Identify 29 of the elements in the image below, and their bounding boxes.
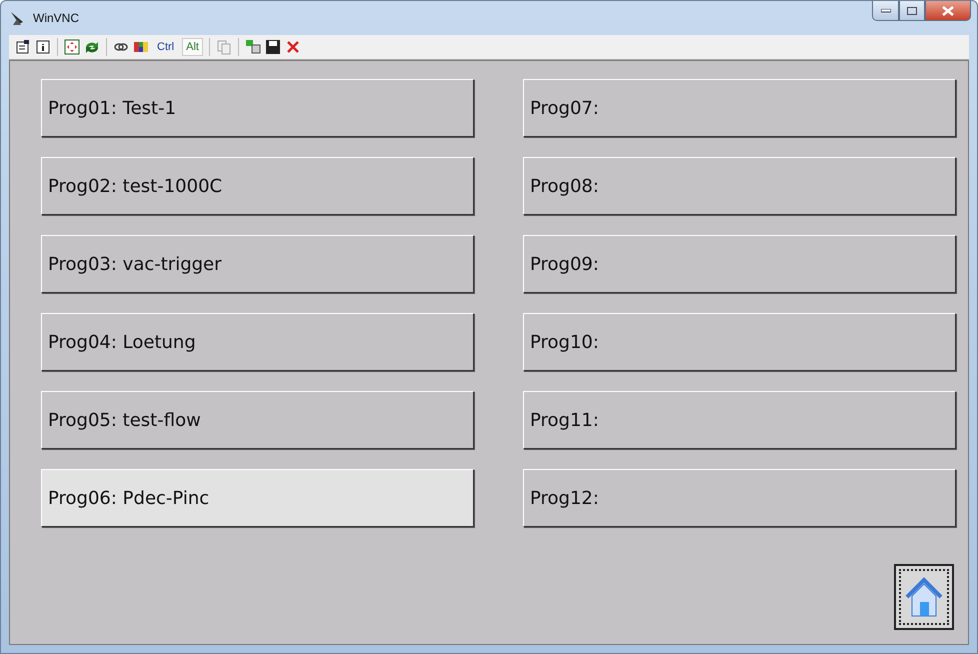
minimize-icon [880,8,890,12]
key-toggle[interactable]: Ctrl [153,38,178,56]
window-title: WinVNC [33,11,80,25]
program-button[interactable]: Prog08: [523,157,956,215]
program-button[interactable]: Prog07: [523,79,956,137]
fullscreen-icon[interactable] [64,39,80,55]
close-icon[interactable] [284,39,301,55]
program-button[interactable]: Prog02: test-1000C [41,157,474,215]
program-button[interactable]: Prog04: Loetung [41,313,474,371]
save-icon[interactable] [264,39,281,55]
home-button[interactable] [894,564,954,630]
windows-icon[interactable] [244,39,261,55]
info-icon[interactable] [35,39,51,55]
program-button[interactable]: Prog05: test-flow [41,391,474,449]
flag-icon[interactable] [133,39,149,55]
maximize-icon [907,6,917,14]
maximize-button[interactable] [899,1,925,21]
key-toggle[interactable]: Alt [182,38,203,56]
program-button[interactable]: Prog11: [523,391,956,449]
close-button[interactable] [925,1,971,21]
program-button[interactable]: Prog03: vac-trigger [41,235,474,293]
program-button[interactable]: Prog09: [523,235,956,293]
program-button[interactable]: Prog06: Pdec-Pinc [41,469,474,527]
close-icon [942,6,954,16]
program-button[interactable]: Prog10: [523,313,956,371]
program-button[interactable]: Prog01: Test-1 [41,79,474,137]
properties-icon[interactable] [15,39,31,55]
program-button[interactable]: Prog12: [523,469,956,527]
minimize-button[interactable] [872,1,899,21]
